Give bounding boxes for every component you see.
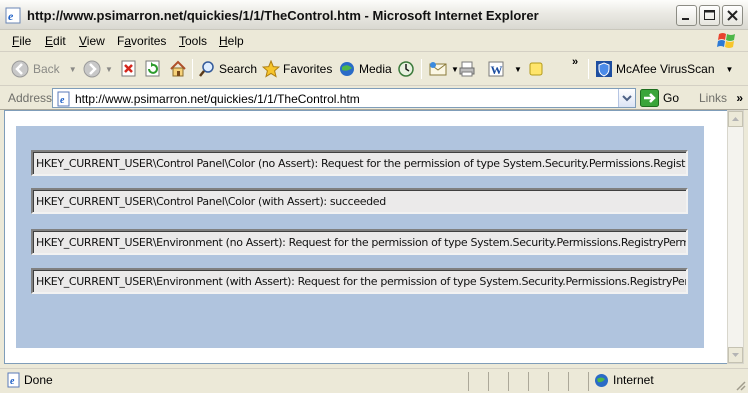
result-textbox[interactable]: HKEY_CURRENT_USER\Environment (no Assert… [31, 229, 688, 255]
close-icon [727, 10, 738, 21]
messenger-button[interactable] [528, 58, 544, 80]
media-button[interactable]: Media [338, 58, 392, 80]
maximize-button[interactable] [699, 5, 720, 26]
back-dropdown-icon[interactable]: ▼ [69, 65, 77, 74]
mail-button[interactable]: ▼ [428, 58, 459, 80]
print-icon [459, 61, 475, 77]
back-button[interactable]: Back ▼ [10, 58, 77, 80]
menu-file[interactable]: File [12, 34, 31, 48]
title-bar[interactable]: e http://www.psimarron.net/quickies/1/1/… [0, 0, 748, 30]
maximize-icon [704, 10, 715, 20]
note-icon [529, 62, 543, 76]
window-title: http://www.psimarron.net/quickies/1/1/Th… [27, 8, 539, 23]
menu-edit[interactable]: Edit [45, 34, 66, 48]
scroll-up-button[interactable] [728, 111, 743, 127]
address-dropdown-button[interactable] [618, 89, 635, 107]
back-arrow-icon [11, 60, 29, 78]
go-arrow-icon [640, 89, 659, 107]
stop-button[interactable] [121, 58, 137, 80]
mcafee-shield-icon [596, 61, 612, 77]
vertical-scrollbar[interactable] [727, 110, 744, 364]
refresh-button[interactable] [145, 58, 161, 80]
toolbar-separator [421, 59, 422, 79]
mcafee-virusscan-button[interactable]: McAfee VirusScan ▼ [595, 58, 733, 80]
menu-bar: File Edit View Favorites Tools Help [0, 30, 748, 52]
address-label: Address [8, 91, 53, 105]
menu-help[interactable]: Help [219, 34, 244, 48]
menu-favorites[interactable]: Favorites [117, 34, 166, 48]
address-url: http://www.psimarron.net/quickies/1/1/Th… [75, 92, 360, 106]
resize-grip-icon[interactable] [734, 379, 746, 391]
stop-icon [121, 60, 136, 77]
scroll-down-icon [732, 353, 739, 357]
home-icon [170, 60, 186, 77]
internet-zone-icon [595, 374, 608, 387]
result-textbox[interactable]: HKEY_CURRENT_USER\Environment (with Asse… [31, 268, 688, 294]
page-icon: e [57, 91, 70, 107]
status-cell [548, 372, 568, 391]
minimize-button[interactable] [676, 5, 697, 26]
mcafee-dropdown-icon[interactable]: ▼ [726, 65, 734, 74]
status-bar: e Done Internet [0, 368, 748, 393]
chevron-down-icon [622, 95, 632, 102]
svg-text:W: W [491, 63, 503, 77]
status-cell [468, 372, 488, 391]
security-zone-label: Internet [613, 373, 654, 387]
toolbar-overflow-chevron[interactable]: » [572, 56, 578, 68]
history-icon [398, 61, 414, 77]
svg-text:e: e [8, 9, 14, 23]
status-cell [488, 372, 508, 391]
forward-dropdown-icon[interactable]: ▼ [105, 65, 113, 74]
scroll-up-icon [732, 117, 739, 121]
search-icon [199, 61, 214, 77]
toolbar-separator [588, 59, 589, 79]
status-cell [528, 372, 548, 391]
address-bar: Address e http://www.psimarron.net/quick… [0, 86, 748, 110]
status-cell [568, 372, 588, 391]
star-icon [262, 60, 280, 78]
result-textbox[interactable]: HKEY_CURRENT_USER\Control Panel\Color (n… [31, 150, 688, 176]
print-button[interactable] [458, 58, 476, 80]
mail-icon [429, 62, 447, 76]
go-button[interactable]: Go [640, 89, 679, 107]
forward-arrow-icon [83, 60, 101, 78]
result-textbox[interactable]: HKEY_CURRENT_USER\Control Panel\Color (w… [31, 188, 688, 214]
standard-toolbar: Back ▼ ▼ Search Favorites Media ▼ W ▼ » … [0, 53, 748, 86]
ie-icon: e [5, 7, 21, 24]
svg-text:e: e [10, 376, 15, 387]
menu-view[interactable]: View [79, 34, 105, 48]
windows-logo-icon [717, 33, 735, 48]
home-button[interactable] [169, 58, 187, 80]
close-button[interactable] [722, 5, 743, 26]
edit-button[interactable]: W ▼ [487, 58, 522, 80]
word-edit-icon: W [488, 61, 504, 77]
search-button[interactable]: Search [198, 58, 257, 80]
address-input[interactable]: e http://www.psimarron.net/quickies/1/1/… [52, 88, 636, 108]
media-icon [340, 62, 354, 76]
page-done-icon: e [7, 372, 20, 388]
status-text: Done [24, 373, 53, 387]
scroll-down-button[interactable] [728, 347, 743, 363]
edit-dropdown-icon[interactable]: ▼ [514, 65, 522, 74]
svg-text:e: e [60, 95, 65, 106]
favorites-button[interactable]: Favorites [262, 58, 332, 80]
links-toolbar[interactable]: Links » [699, 91, 743, 105]
status-cell [508, 372, 528, 391]
toolbar-separator [192, 59, 193, 79]
forward-button[interactable]: ▼ [82, 58, 113, 80]
refresh-icon [145, 60, 160, 77]
menu-tools[interactable]: Tools [179, 34, 207, 48]
zone-cell [588, 372, 746, 391]
minimize-icon [682, 18, 689, 20]
history-button[interactable] [397, 58, 415, 80]
